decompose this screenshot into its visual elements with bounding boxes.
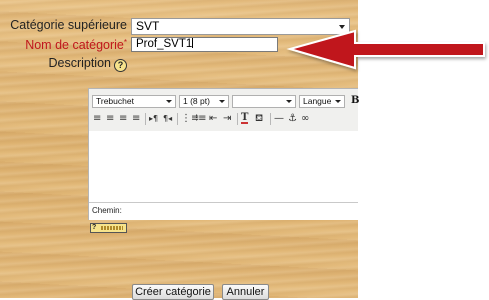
keyboard-icon — [101, 226, 123, 230]
heading-select[interactable] — [232, 95, 296, 108]
language-value: Langue — [303, 96, 332, 106]
toolbar-separator — [145, 113, 146, 125]
ltr-icon[interactable]: ▸¶ — [149, 113, 158, 125]
align-justify-icon[interactable]: ≡ — [132, 113, 140, 125]
text-cursor — [192, 38, 194, 48]
unordered-list-icon[interactable]: ⁝≡ — [195, 113, 207, 125]
chevron-down-icon — [286, 100, 292, 103]
font-size-select[interactable]: 1 (8 pt) — [179, 95, 229, 108]
outdent-icon[interactable]: ⇤ — [209, 113, 217, 125]
align-center-icon[interactable]: ≡ — [106, 113, 114, 125]
font-size-value: 1 (8 pt) — [183, 96, 210, 106]
align-left-icon[interactable]: ≡ — [93, 113, 101, 125]
language-select[interactable]: Langue — [299, 95, 345, 108]
description-textarea[interactable] — [89, 131, 358, 201]
required-asterisk: * — [123, 38, 127, 47]
anchor-icon[interactable]: ⚓ — [288, 113, 297, 125]
category-name-label: Nom de catégorie* — [2, 38, 127, 52]
parent-category-label: Catégorie supérieure — [10, 18, 127, 32]
category-name-value: Prof_SVT1 — [136, 38, 193, 50]
toolbar-separator — [237, 113, 238, 125]
toolbar-separator — [177, 113, 178, 125]
link-icon[interactable]: ∞ — [301, 113, 309, 125]
background-color-icon[interactable]: ⛾ — [255, 113, 263, 125]
font-family-select[interactable]: Trebuchet — [92, 95, 176, 108]
horizontal-rule-icon[interactable]: — — [274, 113, 284, 125]
text-color-icon[interactable]: T — [241, 113, 249, 124]
editor-help-keyboard-icon[interactable]: ? — [90, 223, 127, 233]
arrow-shape — [286, 29, 485, 70]
editor-path-bar: Chemin: — [89, 202, 358, 220]
description-label: Description? — [2, 56, 127, 72]
bold-button[interactable]: B — [351, 95, 359, 106]
description-label-text: Description — [48, 56, 111, 70]
help-icon[interactable]: ? — [114, 59, 127, 72]
category-name-input[interactable]: Prof_SVT1 — [131, 37, 278, 52]
chevron-down-icon — [219, 100, 225, 103]
category-name-label-text: Nom de catégorie — [25, 38, 124, 52]
help-icon: ? — [92, 224, 97, 231]
editor-toolbar: Trebuchet 1 (8 pt) Langue B ≡ ≡ ≡ ≡ ▸¶ ¶… — [89, 89, 359, 132]
chevron-down-icon — [335, 100, 341, 103]
font-family-value: Trebuchet — [96, 96, 134, 106]
indent-icon[interactable]: ⇥ — [223, 113, 231, 125]
rtl-icon[interactable]: ¶◂ — [163, 113, 172, 125]
description-editor[interactable]: Trebuchet 1 (8 pt) Langue B ≡ ≡ ≡ ≡ ▸¶ ¶… — [88, 88, 359, 220]
toolbar-separator — [270, 113, 271, 125]
path-label: Chemin: — [92, 206, 122, 215]
annotation-arrow — [286, 29, 485, 70]
align-right-icon[interactable]: ≡ — [119, 113, 127, 125]
parent-category-value: SVT — [136, 19, 160, 33]
chevron-down-icon — [166, 100, 172, 103]
